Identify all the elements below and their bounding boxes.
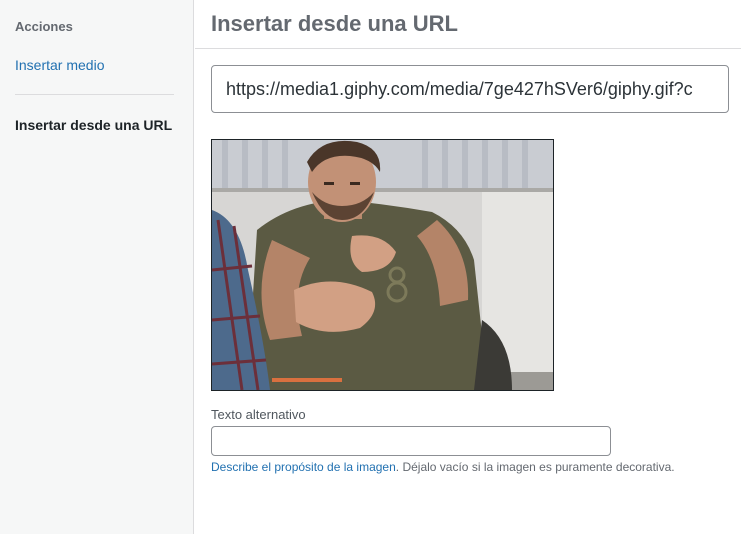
- alt-text-label: Texto alternativo: [211, 407, 306, 422]
- sidebar-item-insert-media[interactable]: Insertar medio: [15, 57, 104, 73]
- media-sidebar: Acciones Insertar medio Insertar desde u…: [0, 0, 194, 534]
- alt-text-help-text: . Déjalo vacío si la imagen es puramente…: [395, 460, 675, 474]
- alt-text-help-link[interactable]: Describe el propósito de la imagen: [211, 460, 396, 474]
- sidebar-separator: [15, 94, 174, 95]
- sidebar-heading: Acciones: [15, 19, 73, 34]
- url-input[interactable]: [211, 65, 729, 113]
- alt-text-input[interactable]: [211, 426, 611, 456]
- image-preview: [211, 139, 554, 391]
- frame-header: Insertar desde una URL: [195, 0, 741, 49]
- alt-text-help: Describe el propósito de la imagen. Déja…: [211, 460, 675, 474]
- gif-preview-image: [212, 140, 553, 390]
- sidebar-item-insert-from-url[interactable]: Insertar desde una URL: [15, 117, 172, 133]
- frame-title: Insertar desde una URL: [211, 11, 458, 36]
